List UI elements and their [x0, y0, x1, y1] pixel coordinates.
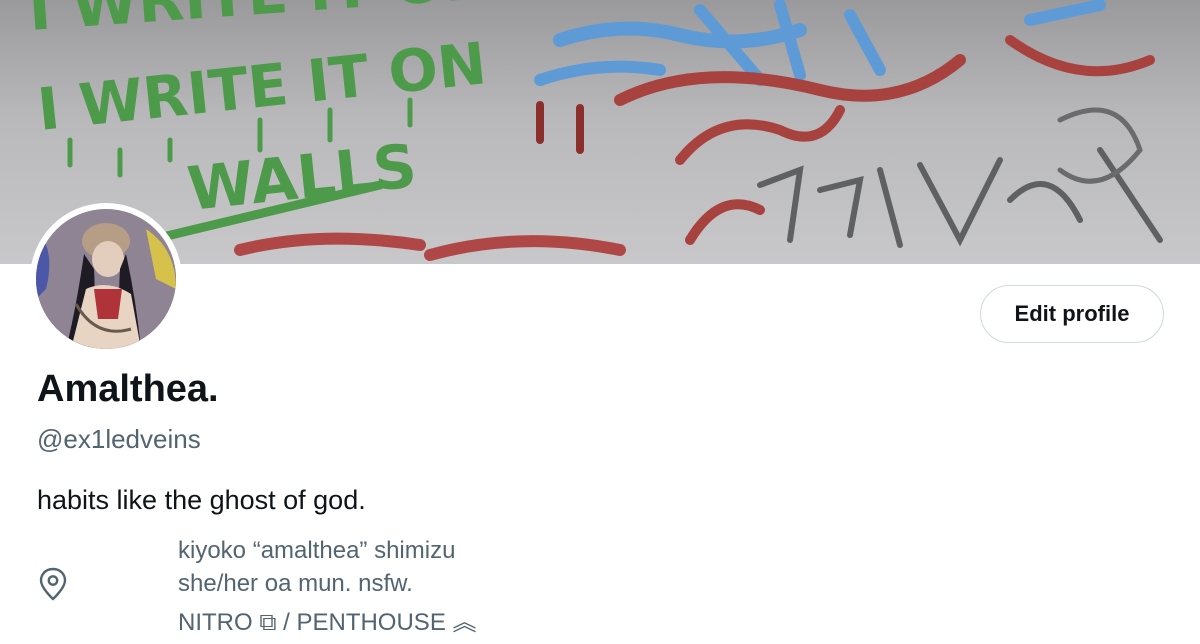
- avatar[interactable]: [30, 203, 182, 355]
- bio-text: habits like the ghost of god.: [37, 485, 366, 515]
- location-line-pronouns: she/her oa mun. nsfw.: [178, 570, 413, 597]
- location-line-name: kiyoko “amalthea” shimizu: [178, 537, 456, 564]
- avatar-image: [36, 209, 176, 349]
- username-handle: @ex1ledveins: [37, 424, 201, 454]
- graffiti-banner-art: I WRITE IT ON I WRITE IT ON WALLS: [26, 0, 1163, 261]
- profile-banner[interactable]: I WRITE IT ON I WRITE IT ON WALLS: [0, 0, 1200, 264]
- display-name: Amalthea.: [37, 368, 219, 410]
- graffiti-text-walls: WALLS: [184, 131, 420, 225]
- avatar-illustration: [36, 209, 176, 349]
- location-pin-icon: [39, 567, 67, 601]
- edit-profile-button[interactable]: Edit profile: [980, 285, 1164, 343]
- location-line-tags: NITRO ⧉ / PENTHOUSE ︽: [178, 609, 477, 636]
